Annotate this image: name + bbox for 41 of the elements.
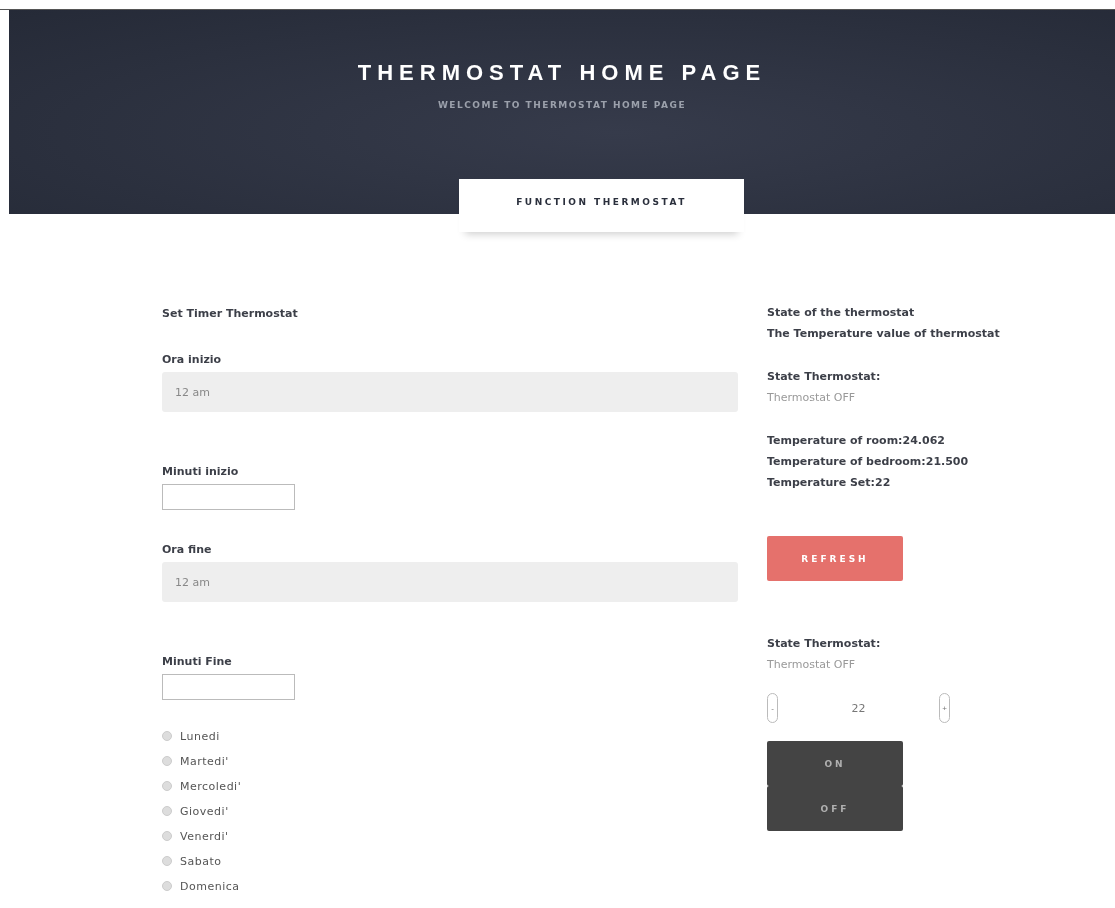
radio-button[interactable] — [162, 881, 172, 891]
status-heading: State of the thermostat — [767, 306, 916, 319]
state-value: Thermostat OFF — [767, 658, 857, 671]
radio-button[interactable] — [162, 731, 172, 741]
refresh-button[interactable]: REFRESH — [767, 536, 903, 581]
input-field[interactable] — [162, 484, 295, 510]
temperature-reading: Temperature Set:22 — [767, 476, 892, 489]
day-label: Sabato — [180, 854, 222, 868]
radio-button[interactable] — [162, 781, 172, 791]
state-label: State Thermostat: — [767, 637, 882, 650]
day-label: Lunedi — [180, 729, 220, 743]
radio-button[interactable] — [162, 806, 172, 816]
on-button[interactable]: ON — [767, 741, 903, 786]
day-label: Venerdi' — [180, 829, 229, 843]
page-title: THERMOSTAT HOME PAGE — [356, 59, 768, 86]
radio-button[interactable] — [162, 756, 172, 766]
field-label: Ora fine — [162, 543, 213, 556]
day-label: Mercoledi' — [180, 779, 242, 793]
off-button[interactable]: OFF — [767, 786, 903, 831]
page-subtitle: WELCOME TO THERMOSTAT HOME PAGE — [436, 100, 688, 110]
day-label: Martedi' — [180, 754, 229, 768]
field-label: Minuti Fine — [162, 655, 233, 668]
decrease-button[interactable]: - — [767, 693, 778, 723]
field-label: Ora inizio — [162, 353, 223, 366]
state-label: State Thermostat: — [767, 370, 882, 383]
field-label: Minuti inizio — [162, 465, 240, 478]
select-field[interactable]: 12 am — [162, 562, 738, 602]
temperature-reading: Temperature of room:24.062 — [767, 434, 946, 447]
increase-button[interactable]: + — [939, 693, 950, 723]
input-field[interactable] — [162, 674, 295, 700]
section-title: Set Timer Thermostat — [162, 307, 299, 320]
select-field[interactable]: 12 am — [162, 372, 738, 412]
state-value: Thermostat OFF — [767, 391, 857, 404]
temperature-reading: Temperature of bedroom:21.500 — [767, 455, 970, 468]
day-label: Giovedi' — [180, 804, 229, 818]
tab[interactable]: FUNCTION THERMOSTAT — [459, 179, 744, 232]
status-heading: The Temperature value of thermostat — [767, 327, 1001, 340]
day-label: Domenica — [180, 879, 240, 893]
radio-button[interactable] — [162, 831, 172, 841]
radio-button[interactable] — [162, 856, 172, 866]
set-temperature: 22 — [851, 701, 866, 715]
